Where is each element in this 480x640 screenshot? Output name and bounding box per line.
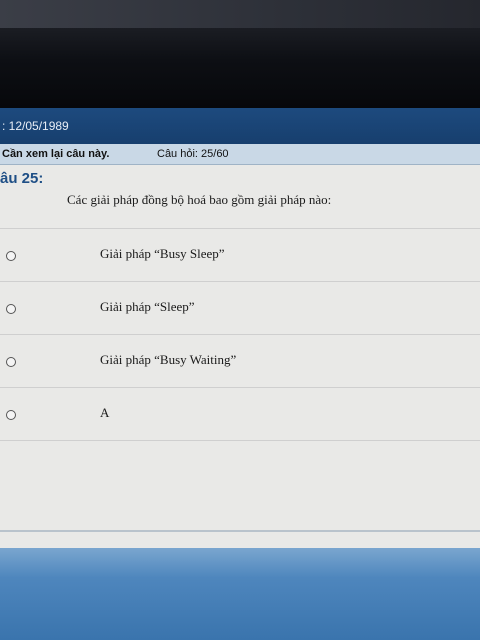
review-flag-label[interactable]: Cần xem lại câu này.	[2, 144, 109, 164]
radio-button[interactable]	[6, 304, 16, 314]
radio-button[interactable]	[6, 410, 16, 420]
answer-label[interactable]: Giải pháp “Busy Waiting”	[100, 352, 236, 368]
question-text: Các giải pháp đồng bộ hoá bao gồm giải p…	[67, 192, 332, 207]
bezel-strip	[0, 0, 480, 28]
dob-text: : 12/05/1989	[2, 119, 69, 133]
taskbar-area	[0, 548, 480, 640]
answer-label[interactable]: Giải pháp “Busy Sleep”	[100, 246, 225, 262]
exam-screen: : 12/05/1989 Cần xem lại câu này. Câu hỏ…	[0, 108, 480, 548]
answer-option[interactable]: A	[0, 387, 480, 441]
divider	[0, 530, 480, 532]
answer-label[interactable]: Giải pháp “Sleep”	[100, 299, 195, 315]
answer-option[interactable]: Giải pháp “Busy Waiting”	[0, 334, 480, 387]
question-counter: Câu hỏi: 25/60	[157, 148, 229, 160]
radio-button[interactable]	[6, 357, 16, 367]
header-bar: : 12/05/1989	[0, 108, 480, 144]
monitor-bezel	[0, 0, 480, 108]
radio-button[interactable]	[6, 251, 16, 261]
answer-option[interactable]: Giải pháp “Sleep”	[0, 281, 480, 334]
question-number: âu 25:	[0, 170, 44, 187]
answer-option[interactable]: Giải pháp “Busy Sleep”	[0, 228, 480, 281]
answer-label[interactable]: A	[100, 405, 109, 421]
info-bar: Cần xem lại câu này. Câu hỏi: 25/60	[0, 144, 480, 165]
answer-options: Giải pháp “Busy Sleep” Giải pháp “Sleep”…	[0, 228, 480, 441]
